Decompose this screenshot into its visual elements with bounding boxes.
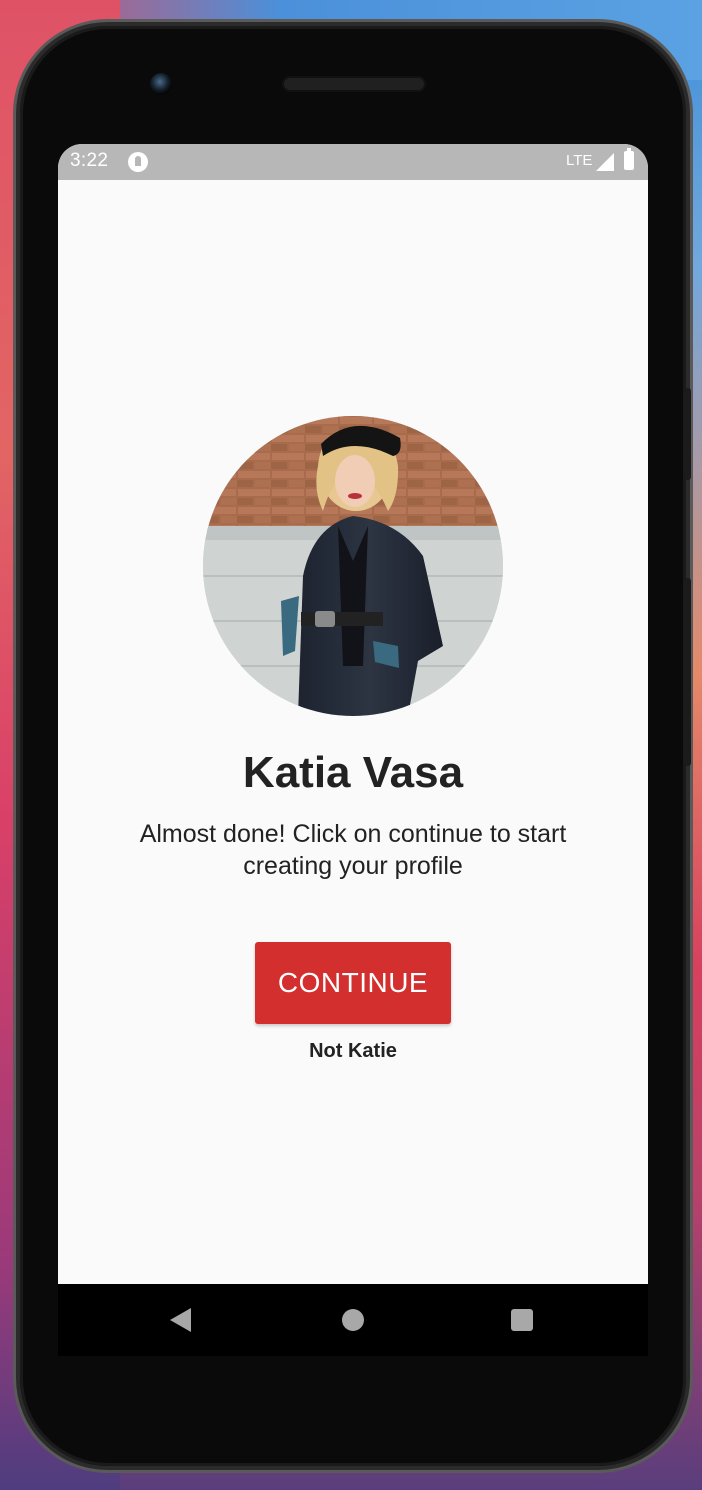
earpiece-speaker: [282, 76, 426, 92]
user-name: Katia Vasa: [242, 748, 464, 797]
front-camera-icon: [150, 73, 172, 95]
profile-avatar: [203, 416, 503, 716]
battery-icon: [624, 148, 634, 170]
status-bar: 3:22 LTE: [58, 144, 648, 180]
recents-icon[interactable]: [511, 1309, 533, 1331]
app-notification-icon: [128, 152, 148, 172]
not-user-link[interactable]: Not Katie: [58, 1040, 648, 1063]
navigation-bar: [58, 1284, 648, 1356]
power-button: [685, 388, 691, 480]
back-icon[interactable]: [170, 1308, 191, 1332]
volume-button: [685, 578, 691, 766]
phone-frame: 3:22 LTE Katia Vasa Almost done! Click o…: [20, 26, 686, 1466]
home-icon[interactable]: [342, 1309, 364, 1331]
network-type: LTE: [566, 152, 593, 169]
signal-icon: [596, 153, 614, 171]
status-time: 3:22: [70, 150, 109, 171]
continue-button[interactable]: CONTINUE: [255, 942, 451, 1024]
profile-photo: [203, 416, 503, 716]
onboarding-message: Almost done! Click on continue to start …: [139, 820, 567, 880]
app-screen: 3:22 LTE Katia Vasa Almost done! Click o…: [58, 144, 648, 1284]
